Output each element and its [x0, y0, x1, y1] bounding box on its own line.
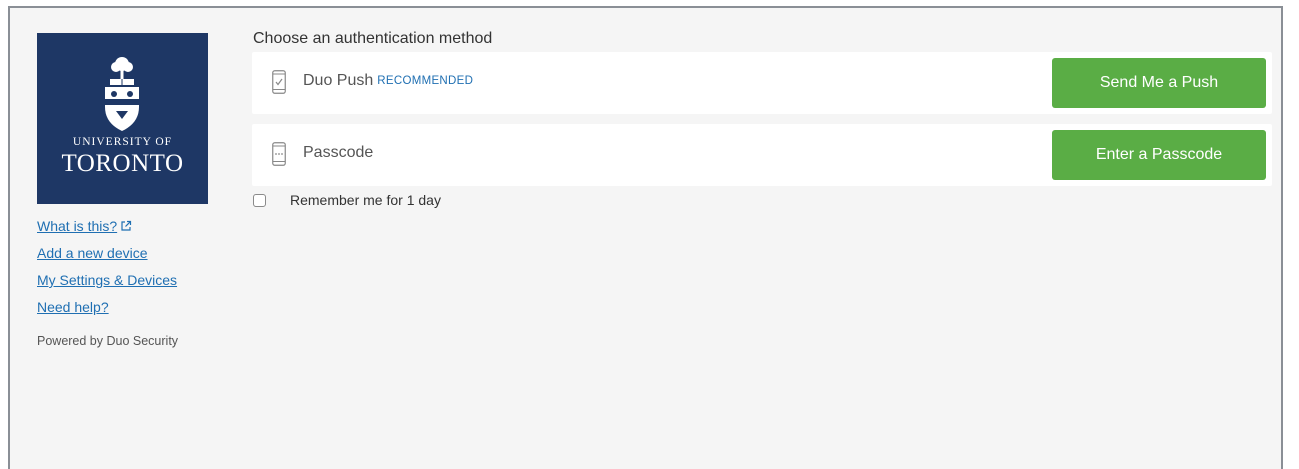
- remember-me-control[interactable]: Remember me for 1 day: [252, 192, 441, 208]
- duo-push-name: Duo Push: [303, 72, 374, 89]
- what-is-this-link[interactable]: What is this?: [37, 213, 217, 240]
- sidebar: UNIVERSITY OF TORONTO What is this? Add …: [37, 33, 217, 348]
- method-row-duo-push: Duo Push RECOMMENDED Send Me a Push: [252, 52, 1272, 114]
- phone-check-icon: [272, 70, 286, 94]
- external-link-icon: [121, 220, 132, 231]
- remember-me-checkbox[interactable]: [253, 193, 266, 207]
- duo-push-label: Duo Push RECOMMENDED: [303, 72, 473, 90]
- sidebar-links: What is this? Add a new device My Settin…: [37, 213, 217, 321]
- auth-main: Choose an authentication method Duo Push…: [252, 28, 1272, 208]
- add-new-device-link[interactable]: Add a new device: [37, 240, 217, 267]
- what-is-this-label: What is this?: [37, 218, 118, 234]
- passcode-label: Passcode: [303, 144, 374, 161]
- enter-a-passcode-button[interactable]: Enter a Passcode: [1052, 130, 1266, 180]
- logo-line-university-of: UNIVERSITY OF: [72, 136, 173, 148]
- university-crest-icon: [105, 57, 139, 131]
- send-me-a-push-button[interactable]: Send Me a Push: [1052, 58, 1266, 108]
- method-row-passcode: Passcode Enter a Passcode: [252, 124, 1272, 186]
- duo-frame: UNIVERSITY OF TORONTO What is this? Add …: [8, 6, 1283, 469]
- need-help-link[interactable]: Need help?: [37, 294, 217, 321]
- my-settings-devices-link[interactable]: My Settings & Devices: [37, 267, 217, 294]
- logo-line-toronto: TORONTO: [61, 150, 184, 177]
- recommended-badge: RECOMMENDED: [377, 75, 474, 87]
- page-title: Choose an authentication method: [253, 30, 493, 47]
- university-logo: UNIVERSITY OF TORONTO: [37, 33, 208, 204]
- powered-by-text: Powered by Duo Security: [37, 334, 179, 348]
- phone-passcode-icon: [272, 142, 286, 166]
- remember-me-label: Remember me for 1 day: [290, 192, 441, 208]
